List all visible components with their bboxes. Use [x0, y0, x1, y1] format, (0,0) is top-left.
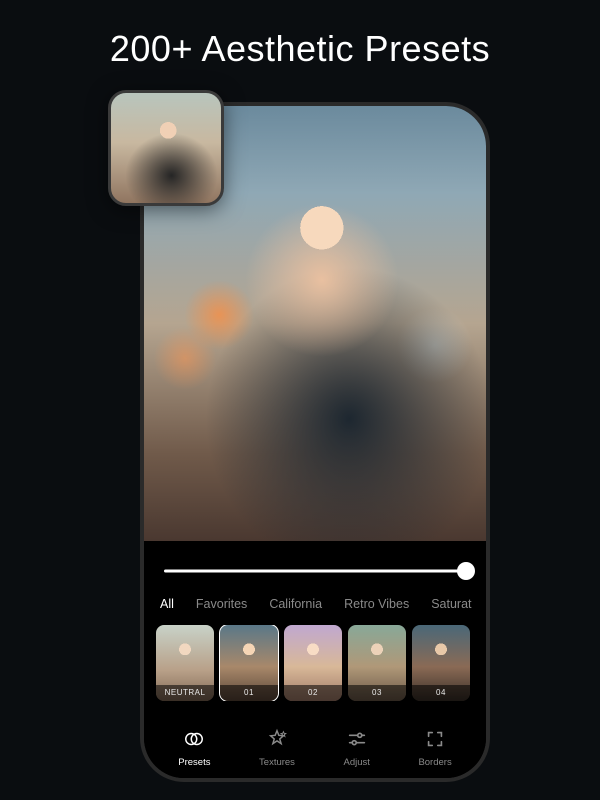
preset-label: 01	[220, 685, 278, 701]
tool-borders[interactable]: Borders	[418, 728, 451, 768]
preset-strip[interactable]: NEUTRAL 01 02 03 04 05	[156, 625, 474, 701]
preset-label: 03	[348, 685, 406, 701]
slider-thumb[interactable]	[457, 562, 475, 580]
preset-label: NEUTRAL	[156, 685, 214, 701]
preset-04[interactable]: 04	[412, 625, 470, 701]
presets-icon	[183, 728, 205, 753]
tool-textures[interactable]: Textures	[259, 728, 295, 768]
slider-track	[164, 570, 466, 573]
tool-presets[interactable]: Presets	[178, 728, 210, 768]
tool-label: Presets	[178, 757, 210, 768]
tool-label: Adjust	[343, 757, 369, 768]
tab-california[interactable]: California	[269, 597, 322, 611]
intensity-slider[interactable]	[164, 559, 466, 583]
headline: 200+ Aesthetic Presets	[0, 0, 600, 70]
category-tabs: All Favorites California Retro Vibes Sat…	[156, 597, 474, 625]
textures-icon	[266, 728, 288, 753]
tool-label: Borders	[418, 757, 451, 768]
adjust-icon	[346, 728, 368, 753]
preset-01[interactable]: 01	[220, 625, 278, 701]
bottom-toolbar: Presets Textures Adjust	[144, 728, 486, 768]
before-thumbnail[interactable]	[108, 90, 224, 206]
tab-all[interactable]: All	[160, 597, 174, 611]
tool-adjust[interactable]: Adjust	[343, 728, 369, 768]
preset-label: 04	[412, 685, 470, 701]
tab-retro-vibes[interactable]: Retro Vibes	[344, 597, 409, 611]
preset-neutral[interactable]: NEUTRAL	[156, 625, 214, 701]
controls-panel: All Favorites California Retro Vibes Sat…	[144, 541, 486, 778]
borders-icon	[424, 728, 446, 753]
preset-03[interactable]: 03	[348, 625, 406, 701]
tool-label: Textures	[259, 757, 295, 768]
tab-favorites[interactable]: Favorites	[196, 597, 247, 611]
preset-label: 02	[284, 685, 342, 701]
preset-02[interactable]: 02	[284, 625, 342, 701]
tab-saturat[interactable]: Saturat	[431, 597, 471, 611]
